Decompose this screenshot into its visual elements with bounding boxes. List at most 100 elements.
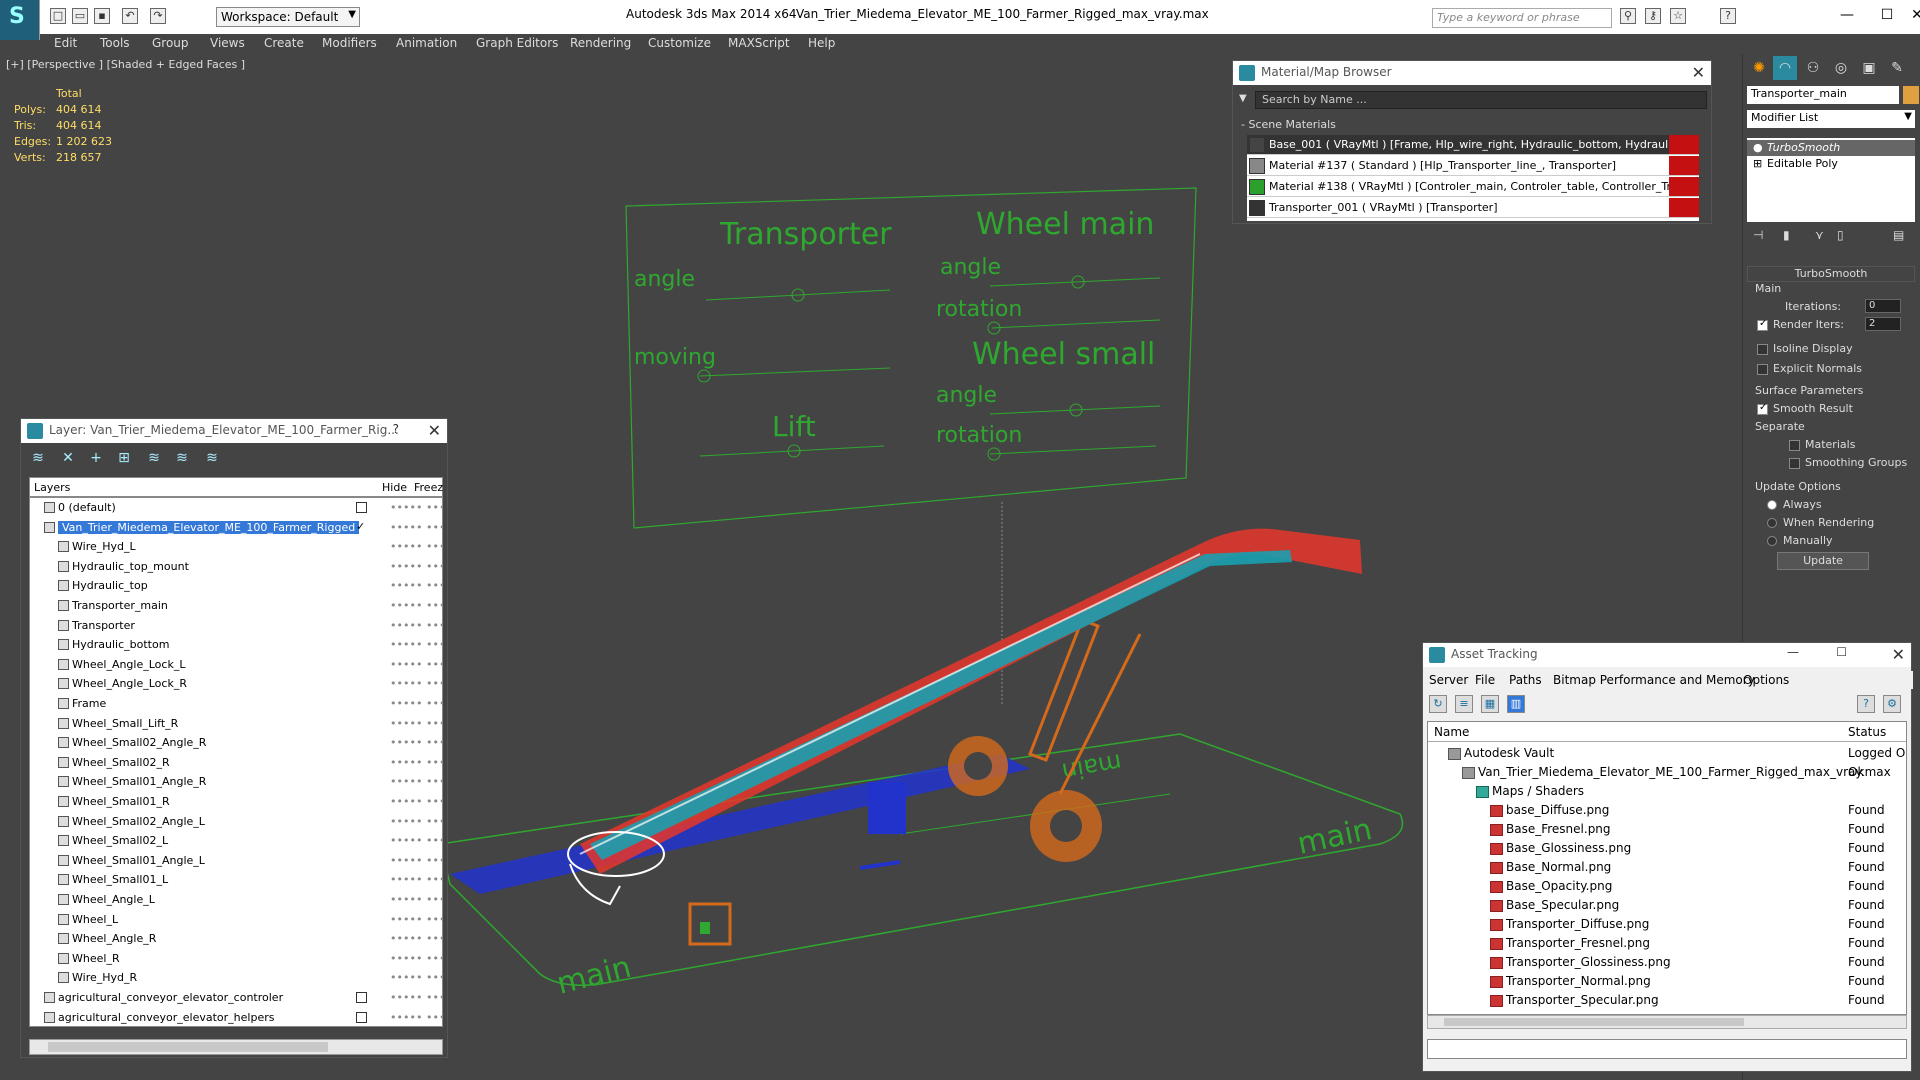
- wheel-main-angle-slider[interactable]: [989, 277, 1161, 287]
- asset-row[interactable]: Transporter_Fresnel.png Found: [1428, 934, 1906, 953]
- freeze-toggle[interactable]: •••••: [426, 638, 442, 651]
- minimize-button[interactable]: —: [1787, 645, 1799, 659]
- layer-row[interactable]: Transporter ••••• •••••: [30, 616, 442, 635]
- asset-menu-options[interactable]: Options: [1743, 673, 1789, 687]
- layer-row[interactable]: Transporter_main ••••• •••••: [30, 596, 442, 615]
- new-file-icon[interactable]: □: [50, 8, 66, 24]
- hide-toggle[interactable]: •••••: [390, 873, 422, 886]
- object-color-swatch[interactable]: [1903, 86, 1919, 104]
- asset-row[interactable]: Base_Normal.png Found: [1428, 858, 1906, 877]
- freeze-toggle[interactable]: •••••: [426, 913, 442, 926]
- display-tab-icon[interactable]: ▣: [1857, 56, 1881, 80]
- layer-row[interactable]: Wheel_Small01_R ••••• •••••: [30, 792, 442, 811]
- render-iters-checkbox[interactable]: [1757, 318, 1768, 331]
- asset-row[interactable]: Transporter_Normal.png Found: [1428, 972, 1906, 991]
- freeze-toggle[interactable]: •••••: [426, 991, 442, 1004]
- layer-row[interactable]: Wheel_Small_Lift_R ••••• •••••: [30, 714, 442, 733]
- iterations-spinner[interactable]: 0: [1865, 299, 1901, 313]
- freeze-toggle[interactable]: •••••: [426, 893, 442, 906]
- utilities-tab-icon[interactable]: ✎: [1885, 56, 1909, 80]
- hide-toggle[interactable]: •••••: [390, 795, 422, 808]
- asset-menu-bitmap[interactable]: Bitmap Performance and Memory: [1553, 673, 1755, 687]
- thumbnail-view-icon[interactable]: ▦: [1481, 695, 1499, 713]
- show-end-result-icon[interactable]: ▮: [1783, 228, 1790, 242]
- hide-toggle[interactable]: •••••: [390, 638, 422, 651]
- open-file-icon[interactable]: ▭: [72, 8, 88, 24]
- menu-help[interactable]: Help: [808, 36, 835, 50]
- asset-row[interactable]: Base_Glossiness.png Found: [1428, 839, 1906, 858]
- layer-row[interactable]: 0 (default) ••••• •••••: [30, 498, 442, 517]
- hide-column-header[interactable]: Hide: [382, 481, 407, 494]
- layer-row[interactable]: Wire_Hyd_L ••••• •••••: [30, 537, 442, 556]
- layer-row[interactable]: Wheel_Angle_L ••••• •••••: [30, 890, 442, 909]
- hide-toggle[interactable]: •••••: [390, 560, 422, 573]
- hide-toggle[interactable]: •••••: [390, 971, 422, 984]
- layer-row[interactable]: Wheel_Angle_R ••••• •••••: [30, 929, 442, 948]
- expand-icon[interactable]: ⊞: [1753, 157, 1762, 170]
- turbosmooth-rollout[interactable]: TurboSmooth: [1747, 266, 1915, 282]
- material-map-browser[interactable]: Material/Map Browser ✕ ▼ Search by Name …: [1232, 60, 1712, 224]
- hide-toggle[interactable]: •••••: [390, 599, 422, 612]
- hide-toggle[interactable]: •••••: [390, 677, 422, 690]
- undo-icon[interactable]: ↶: [122, 8, 138, 24]
- layer-row[interactable]: Frame ••••• •••••: [30, 694, 442, 713]
- list-view-icon[interactable]: ≡: [1455, 695, 1473, 713]
- freeze-toggle[interactable]: •••••: [426, 540, 442, 553]
- freeze-toggle[interactable]: •••••: [426, 579, 442, 592]
- maximize-button[interactable]: ☐: [1836, 645, 1847, 659]
- modify-tab-icon[interactable]: ◠: [1773, 56, 1797, 80]
- menu-edit[interactable]: Edit: [54, 36, 77, 50]
- help-icon[interactable]: ?: [393, 422, 399, 436]
- layer-row[interactable]: Wheel_Small02_Angle_L ••••• •••••: [30, 812, 442, 831]
- hierarchy-tab-icon[interactable]: ⚇: [1801, 56, 1825, 80]
- freeze-toggle[interactable]: •••••: [426, 619, 442, 632]
- freeze-toggle[interactable]: •••••: [426, 1011, 442, 1024]
- remove-modifier-icon[interactable]: ▯: [1837, 228, 1844, 242]
- layer-row[interactable]: Wheel_Small01_Angle_R ••••• •••••: [30, 772, 442, 791]
- layer-row[interactable]: Wheel_Small02_L ••••• •••••: [30, 831, 442, 850]
- active-layer-checkbox[interactable]: [356, 502, 367, 513]
- transporter-angle-slider[interactable]: [705, 289, 891, 301]
- freeze-toggle[interactable]: •••••: [426, 560, 442, 573]
- scroll-thumb[interactable]: [1444, 1018, 1744, 1026]
- star-icon[interactable]: ☆: [1670, 8, 1686, 24]
- menu-views[interactable]: Views: [210, 36, 245, 50]
- asset-tracking-panel[interactable]: Asset Tracking — ☐ ✕ Server File Paths B…: [1422, 642, 1913, 1072]
- close-icon[interactable]: ✕: [428, 421, 441, 440]
- material-browser-titlebar[interactable]: Material/Map Browser ✕: [1233, 61, 1711, 85]
- select-layer-objects-icon[interactable]: ⊞: [115, 449, 133, 467]
- modifier-stack[interactable]: ● TurboSmooth ⊞ Editable Poly: [1747, 138, 1915, 222]
- asset-row[interactable]: Transporter_Glossiness.png Found: [1428, 953, 1906, 972]
- asset-row[interactable]: Autodesk Vault Logged O: [1428, 744, 1906, 763]
- save-file-icon[interactable]: ▪: [94, 8, 110, 24]
- layer-row[interactable]: Hydraulic_top_mount ••••• •••••: [30, 557, 442, 576]
- hide-toggle[interactable]: •••••: [390, 697, 422, 710]
- settings-icon[interactable]: ⚙: [1883, 695, 1901, 713]
- update-button[interactable]: Update: [1777, 552, 1869, 570]
- menu-modifiers[interactable]: Modifiers: [322, 36, 377, 50]
- layer-row[interactable]: Wheel_Angle_Lock_R ••••• •••••: [30, 674, 442, 693]
- asset-menu-paths[interactable]: Paths: [1509, 673, 1542, 687]
- search-input[interactable]: Type a keyword or phrase: [1432, 8, 1612, 28]
- asset-table[interactable]: Name Status Autodesk Vault Logged O Van_Tr…: [1427, 721, 1907, 1015]
- add-to-layer-icon[interactable]: +: [87, 449, 105, 467]
- asset-row[interactable]: Maps / Shaders: [1428, 782, 1906, 801]
- layer-row[interactable]: Wheel_Small02_Angle_R ••••• •••••: [30, 733, 442, 752]
- hide-toggle[interactable]: •••••: [390, 1011, 422, 1024]
- close-icon[interactable]: ✕: [1692, 63, 1705, 82]
- minimize-button[interactable]: —: [1832, 4, 1862, 26]
- asset-row[interactable]: Base_Specular.png Found: [1428, 896, 1906, 915]
- hide-toggle[interactable]: •••••: [390, 952, 422, 965]
- hide-toggle[interactable]: •••••: [390, 854, 422, 867]
- layer-row[interactable]: Van_Trier_Miedema_Elevator_ME_100_Farmer…: [30, 518, 442, 537]
- conveyor-belt[interactable]: [580, 528, 1362, 874]
- menu-tools[interactable]: Tools: [100, 36, 130, 50]
- hide-toggle[interactable]: •••••: [390, 501, 422, 514]
- asset-tracking-titlebar[interactable]: Asset Tracking — ☐ ✕: [1423, 643, 1911, 667]
- material-row[interactable]: Base_001 ( VRayMtl ) [Frame, Hlp_wire_ri…: [1247, 135, 1699, 155]
- material-row[interactable]: Material #138 ( VRayMtl ) [Controler_mai…: [1247, 177, 1699, 197]
- freeze-toggle[interactable]: •••••: [426, 756, 442, 769]
- hide-toggle[interactable]: •••••: [390, 736, 422, 749]
- active-layer-checkbox[interactable]: [356, 992, 367, 1003]
- layer-row[interactable]: Wheel_L ••••• •••••: [30, 910, 442, 929]
